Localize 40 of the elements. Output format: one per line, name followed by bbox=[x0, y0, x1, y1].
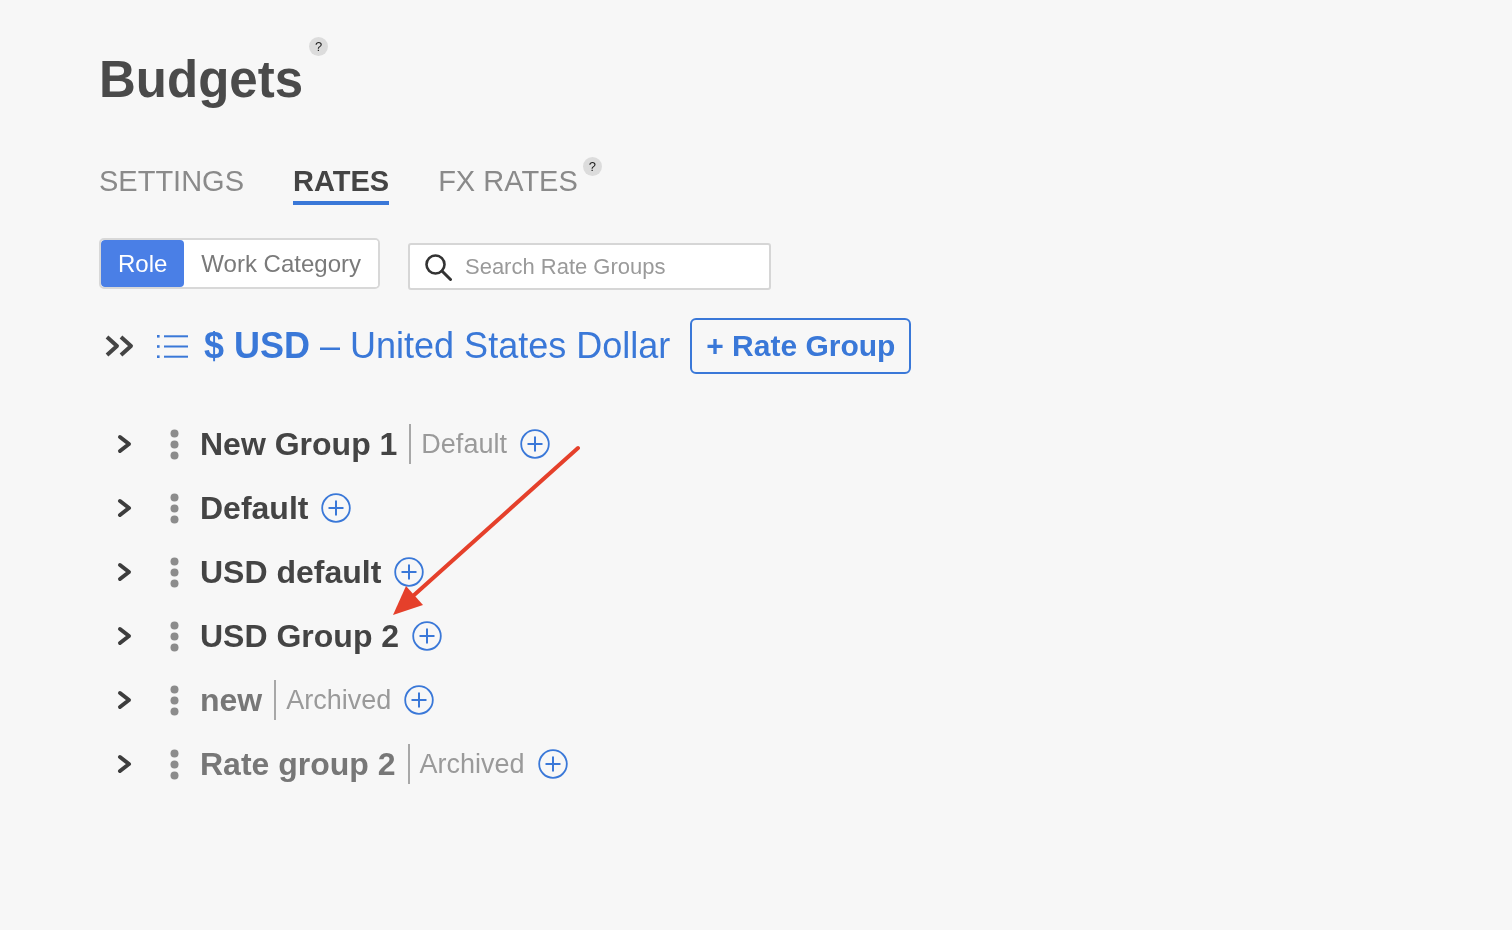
chevron-icon[interactable] bbox=[117, 498, 133, 518]
page-title: Budgets bbox=[99, 50, 303, 110]
search-icon bbox=[423, 253, 452, 281]
group-name: USD Group 2 bbox=[200, 617, 400, 655]
add-icon[interactable] bbox=[537, 749, 568, 779]
group-name: new bbox=[200, 681, 263, 719]
vertical-dots-icon[interactable] bbox=[170, 748, 179, 780]
chevron-icon[interactable] bbox=[117, 626, 133, 646]
vertical-dots-icon[interactable] bbox=[170, 492, 179, 524]
chevron-icon[interactable] bbox=[117, 562, 133, 582]
group-status: Archived bbox=[419, 748, 525, 780]
currency-title: $ USD – United States Dollar bbox=[204, 325, 671, 367]
search-field[interactable]: Search Rate Groups bbox=[407, 243, 771, 290]
chevron-icon[interactable] bbox=[117, 434, 133, 454]
add-icon[interactable] bbox=[404, 685, 435, 715]
vertical-dots-icon[interactable] bbox=[170, 428, 179, 460]
vertical-dots-icon[interactable] bbox=[170, 684, 179, 716]
group-name: New Group 1 bbox=[200, 425, 398, 463]
group-name: USD default bbox=[200, 553, 382, 591]
help-button[interactable]: ? bbox=[582, 157, 602, 176]
group-name: Default bbox=[200, 489, 309, 527]
tab[interactable]: FX RATES bbox=[438, 163, 578, 205]
chevron-icon[interactable] bbox=[117, 754, 133, 774]
vertical-dots-icon[interactable] bbox=[170, 556, 179, 588]
add-icon[interactable] bbox=[321, 493, 352, 523]
add-icon[interactable] bbox=[519, 429, 550, 459]
group-name: Rate group 2 bbox=[200, 745, 396, 783]
tab[interactable]: RATES bbox=[293, 163, 390, 205]
add-icon[interactable] bbox=[412, 621, 443, 651]
chevron-icon[interactable] bbox=[117, 690, 133, 710]
segment-toggle[interactable]: Role bbox=[101, 240, 185, 287]
help-button[interactable]: ? bbox=[309, 37, 328, 56]
add-rate-group-button[interactable]: + Rate Group bbox=[690, 318, 912, 374]
tab[interactable]: SETTINGS bbox=[99, 163, 244, 205]
group-status: Archived bbox=[286, 684, 392, 716]
add-icon[interactable] bbox=[394, 557, 425, 587]
vertical-dots-icon[interactable] bbox=[170, 620, 179, 652]
double-chevron-icon[interactable] bbox=[105, 335, 135, 357]
group-status: Default bbox=[421, 428, 507, 460]
list-icon[interactable] bbox=[157, 333, 188, 359]
